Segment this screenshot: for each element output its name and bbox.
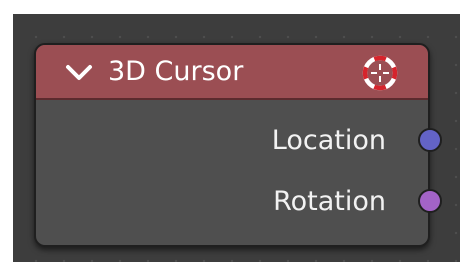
output-rotation-label: Rotation [273,186,386,217]
node-header[interactable]: 3D Cursor [36,45,428,100]
output-location-label: Location [271,125,386,156]
output-rotation-row: Rotation [36,182,442,222]
node-title: 3D Cursor [108,56,244,87]
output-location-row: Location [36,121,442,161]
output-rotation-socket[interactable] [418,189,442,213]
cursor-node[interactable]: 3D Cursor Location Rotation [34,43,442,247]
cursor-crosshair-icon [362,55,398,91]
output-location-socket[interactable] [418,128,442,152]
chevron-down-icon[interactable] [64,63,94,83]
